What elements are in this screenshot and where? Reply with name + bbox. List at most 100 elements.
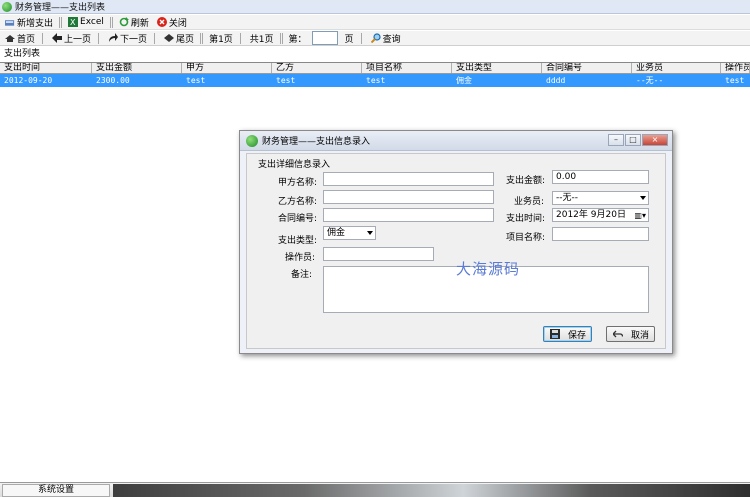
- type-select-value: 佣金: [327, 228, 346, 238]
- amount-label: 支出金额:: [506, 176, 546, 186]
- new-expense-label: 新增支出: [17, 18, 54, 29]
- query-label: 查询: [382, 34, 401, 45]
- operator-input[interactable]: [323, 247, 434, 261]
- toolbar-separator: [200, 32, 202, 44]
- goto-prefix-label: 第：: [288, 34, 307, 45]
- close-button[interactable]: 关闭: [154, 16, 190, 29]
- date-picker[interactable]: 2012年 9月20日 ▥▾: [552, 208, 649, 222]
- dialog-window-controls: – □ ×: [607, 134, 668, 146]
- save-button[interactable]: 保存: [543, 326, 592, 342]
- system-settings-tab[interactable]: 系统设置: [2, 484, 110, 497]
- first-page-icon: [5, 33, 15, 43]
- contract-input[interactable]: [323, 208, 494, 222]
- toolbar-separator: [239, 32, 241, 44]
- party-a-input[interactable]: [323, 172, 494, 186]
- main-titlebar: 财务管理——支出列表: [0, 0, 750, 14]
- goto-page-input[interactable]: [311, 31, 338, 45]
- last-page-button[interactable]: 尾页: [161, 32, 197, 45]
- table-cell: test: [186, 76, 206, 85]
- refresh-button[interactable]: 刷新: [116, 16, 152, 29]
- window-title: 财务管理——支出列表: [15, 3, 106, 13]
- table-cell: test: [725, 76, 745, 85]
- excel-label: Excel: [80, 17, 104, 27]
- column-header[interactable]: 项目名称: [362, 63, 452, 73]
- current-page-text: 第1页: [209, 34, 233, 45]
- next-page-label: 下一页: [120, 34, 148, 45]
- column-header[interactable]: 支出时间: [0, 63, 92, 73]
- party-a-label: 甲方名称:: [278, 178, 318, 188]
- toolbar-separator: [109, 16, 111, 28]
- cancel-button[interactable]: 取消: [606, 326, 655, 342]
- salesman-select-value: --无--: [556, 193, 578, 203]
- amount-input[interactable]: 0.00: [552, 170, 649, 184]
- toolbar-separator: [154, 32, 156, 44]
- new-expense-button[interactable]: 新增支出: [2, 16, 56, 29]
- table-cell: dddd: [546, 76, 566, 85]
- watermark-text: 大海源码: [456, 260, 521, 278]
- table-cell: --无--: [636, 76, 664, 85]
- refresh-label: 刷新: [130, 18, 149, 29]
- date-label: 支出时间:: [506, 214, 546, 224]
- cancel-label: 取消: [631, 330, 650, 341]
- column-header[interactable]: 支出金额: [92, 63, 182, 73]
- last-page-label: 尾页: [176, 34, 195, 45]
- maximize-icon[interactable]: □: [625, 134, 641, 146]
- new-record-icon: [5, 17, 15, 27]
- prev-page-button[interactable]: 上一页: [49, 32, 94, 45]
- next-page-button[interactable]: 下一页: [105, 32, 150, 45]
- column-header[interactable]: 支出类型: [452, 63, 542, 73]
- contract-label: 合同编号:: [278, 214, 318, 224]
- dialog-app-icon: [246, 134, 258, 147]
- salesman-select[interactable]: --无--: [552, 191, 649, 205]
- chevron-down-icon: [640, 196, 646, 200]
- table-cell: test: [366, 76, 386, 85]
- project-input[interactable]: [552, 227, 649, 241]
- dialog-close-icon[interactable]: ×: [642, 134, 668, 146]
- table-cell: 2012-09-20: [4, 76, 53, 85]
- party-b-input[interactable]: [323, 190, 494, 204]
- table-cell: 佣金: [456, 76, 472, 85]
- last-page-icon: [164, 33, 175, 43]
- close-label: 关闭: [168, 18, 187, 29]
- column-header[interactable]: 合同编号: [542, 63, 632, 73]
- party-b-label: 乙方名称:: [278, 197, 318, 207]
- prev-page-label: 上一页: [64, 34, 92, 45]
- save-label: 保存: [568, 330, 587, 341]
- minimize-icon[interactable]: –: [608, 134, 624, 146]
- first-page-label: 首页: [17, 34, 36, 45]
- arrow-left-icon: [52, 33, 63, 43]
- bottom-bar: 系统设置: [0, 482, 750, 497]
- project-label: 项目名称:: [506, 233, 546, 243]
- dialog-titlebar[interactable]: 财务管理——支出信息录入 – □ ×: [240, 131, 672, 151]
- excel-icon: X: [68, 17, 79, 27]
- toolbar-separator: [59, 16, 61, 28]
- note-label: 备注:: [291, 270, 313, 280]
- undo-icon: [612, 329, 624, 339]
- toolbar-separator: [360, 32, 362, 44]
- floppy-disk-icon: [550, 329, 560, 339]
- calendar-dropdown-icon[interactable]: ▥▾: [634, 210, 646, 221]
- grid-header: 支出时间 支出金额 甲方 乙方 项目名称 支出类型 合同编号 业务员 操作员: [0, 63, 750, 74]
- table-row[interactable]: 2012-09-20 2300.00 test test test 佣金 ddd…: [0, 74, 750, 87]
- pagination-toolbar: 首页 上一页 下一页 尾页 第1页 共1页 第： 页 查询: [0, 31, 750, 46]
- excel-button[interactable]: X Excel: [65, 16, 107, 29]
- column-header[interactable]: 乙方: [272, 63, 362, 73]
- first-page-button[interactable]: 首页: [2, 32, 38, 45]
- refresh-icon: [119, 17, 129, 27]
- column-header[interactable]: 操作员: [721, 63, 750, 73]
- toolbar-separator: [279, 32, 281, 44]
- app-icon: [2, 1, 12, 12]
- type-label: 支出类型:: [278, 236, 318, 246]
- toolbar-separator: [98, 32, 100, 44]
- total-pages-text: 共1页: [249, 34, 274, 45]
- column-header[interactable]: 甲方: [182, 63, 272, 73]
- taskbar-strip: [113, 484, 750, 497]
- query-button[interactable]: 查询: [368, 32, 404, 45]
- column-header[interactable]: 业务员: [632, 63, 721, 73]
- svg-text:X: X: [70, 18, 76, 27]
- dialog-title: 财务管理——支出信息录入: [262, 137, 371, 147]
- goto-suffix-label: 页: [344, 34, 354, 45]
- toolbar-separator: [42, 32, 44, 44]
- type-select[interactable]: 佣金: [323, 226, 376, 240]
- arrow-right-icon: [108, 33, 119, 43]
